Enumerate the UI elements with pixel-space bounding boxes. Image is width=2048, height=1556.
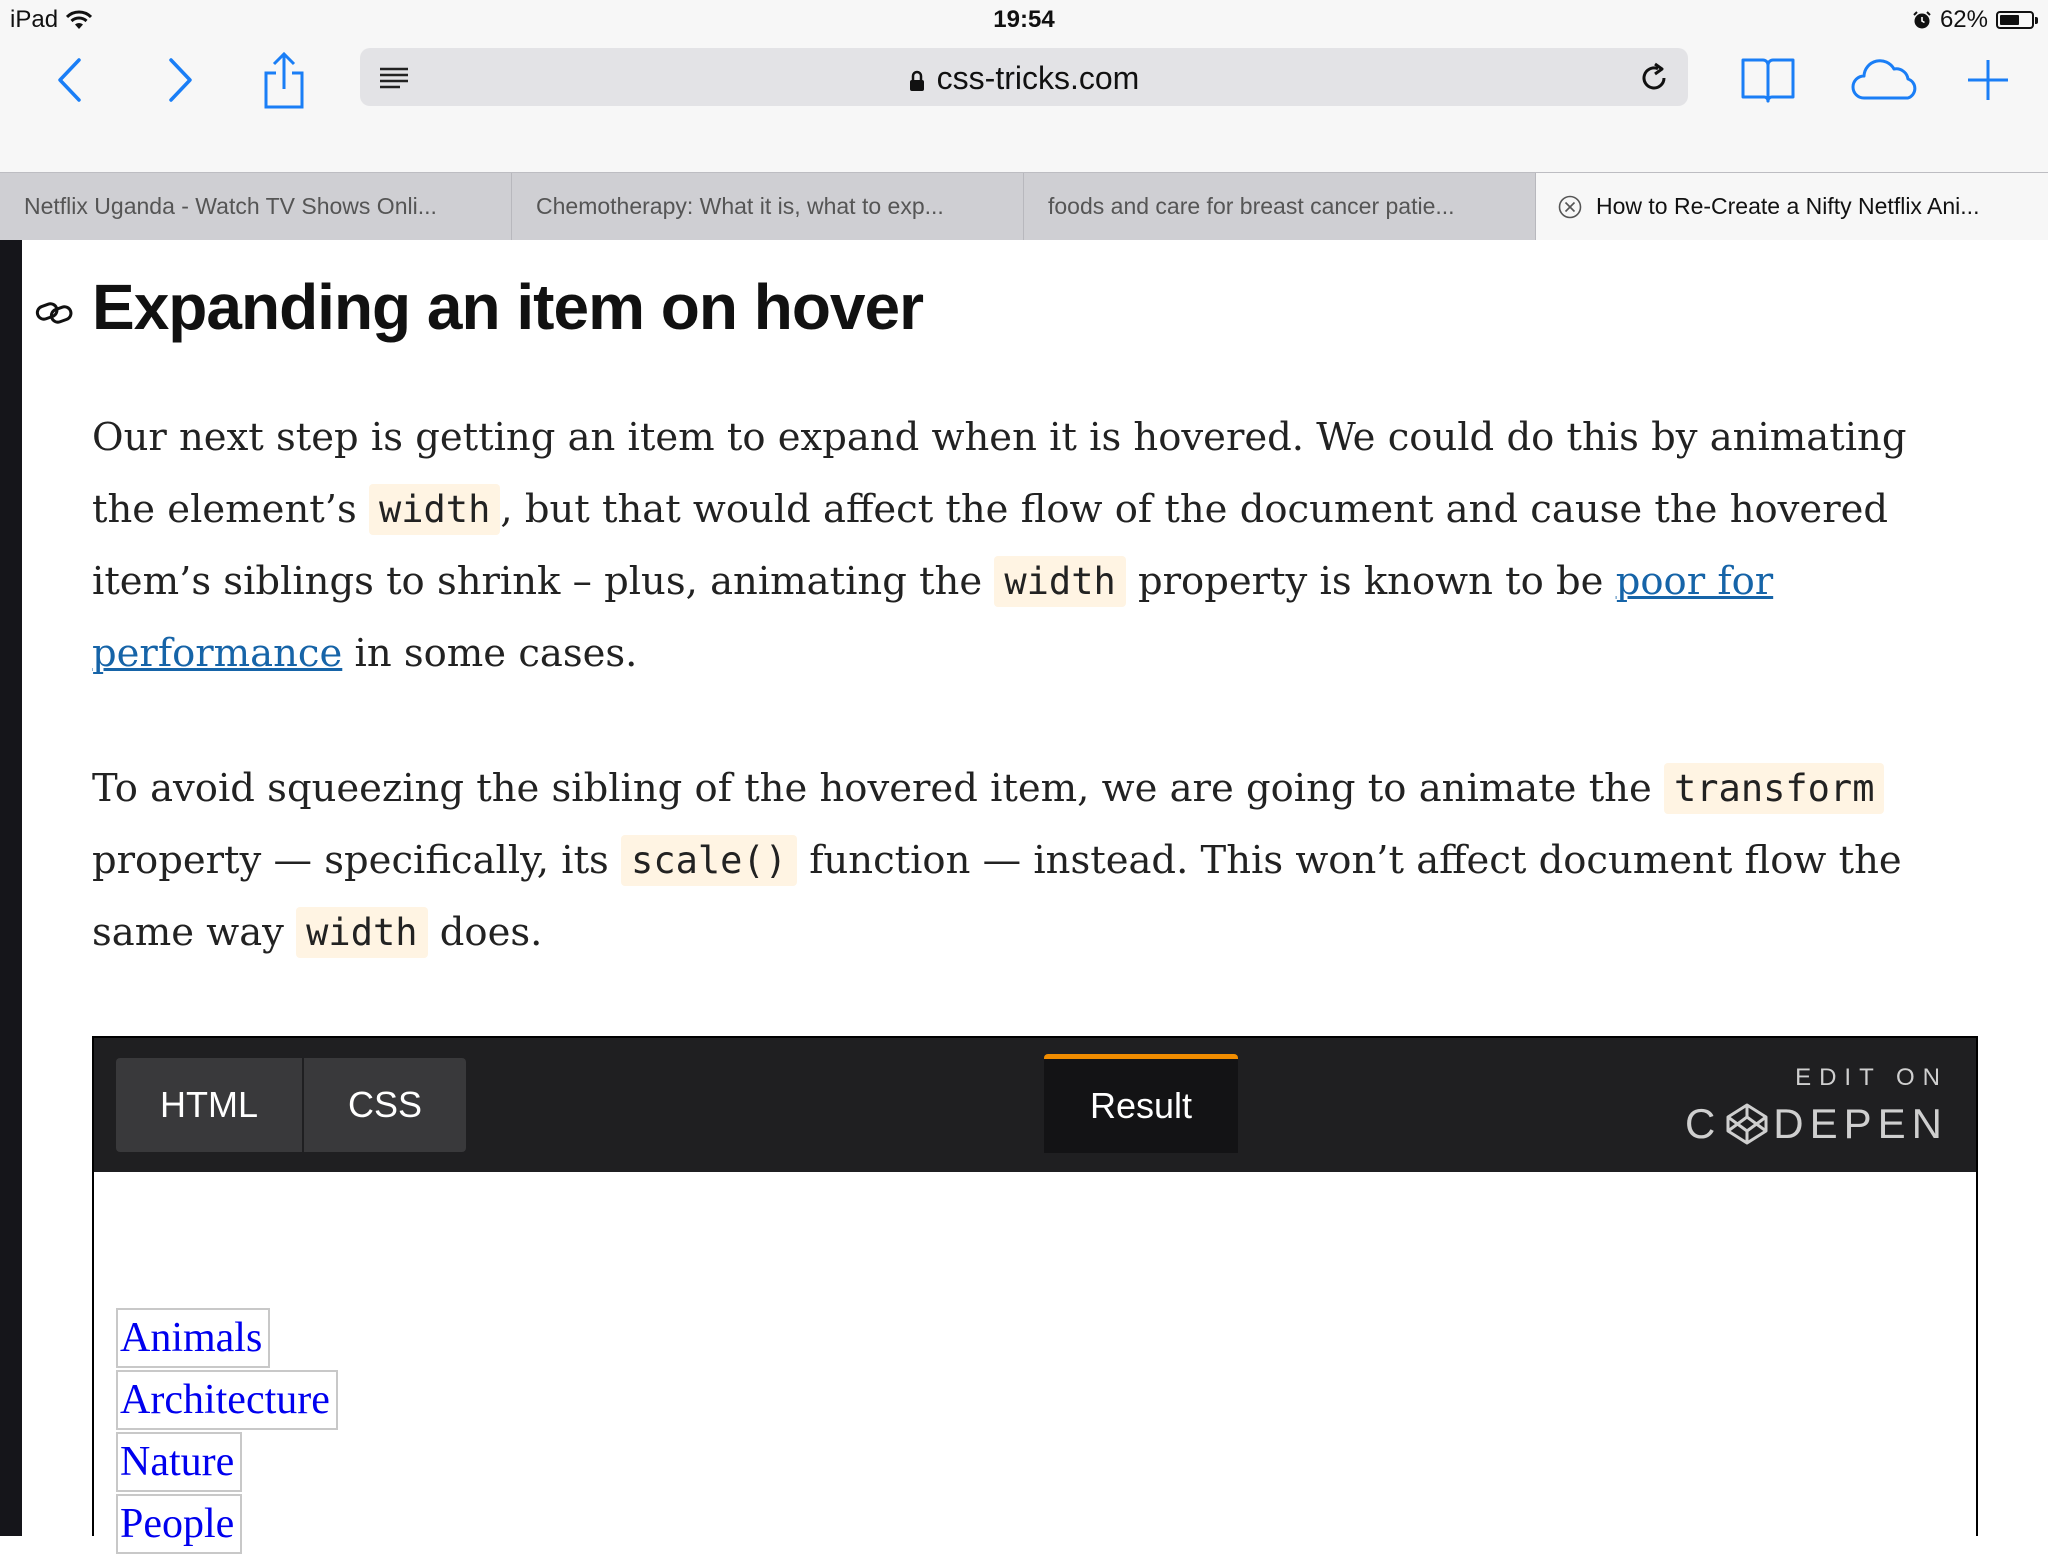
result-item-animals[interactable]: Animals xyxy=(116,1308,271,1368)
paragraph-1: Our next step is getting an item to expa… xyxy=(92,402,1952,690)
codepen-logo-c: C xyxy=(1684,1100,1722,1147)
bookmarks-button[interactable] xyxy=(1738,50,1798,110)
text: property is known to be xyxy=(1125,559,1616,604)
web-page: Expanding an item on hover Our next step… xyxy=(0,240,2048,1554)
codepen-header: HTML CSS Result EDIT ON C DEPEN xyxy=(94,1038,1976,1172)
section-heading: Expanding an item on hover xyxy=(92,271,924,343)
battery-percent: 62% xyxy=(1939,6,1988,33)
address-bar[interactable]: css-tricks.com xyxy=(360,48,1688,106)
url-text: css-tricks.com xyxy=(936,60,1140,96)
anchor-link-icon[interactable] xyxy=(34,292,74,332)
inline-code: width xyxy=(994,556,1126,607)
text: property — specifically, its xyxy=(92,838,622,883)
url-display[interactable]: css-tricks.com xyxy=(360,60,1688,97)
tab-result[interactable]: Result xyxy=(1044,1054,1238,1153)
text: does. xyxy=(427,910,543,955)
edit-on-label: EDIT ON xyxy=(1795,1064,1948,1091)
codepen-logo-text: DEPEN xyxy=(1773,1100,1948,1147)
result-item-architecture[interactable]: Architecture xyxy=(116,1370,338,1430)
cloud-tabs-icon xyxy=(1851,59,1917,100)
battery-icon xyxy=(1996,11,2038,29)
codepen-cube-icon xyxy=(1726,1103,1768,1145)
alarm-icon xyxy=(1913,11,1931,29)
inline-code: scale() xyxy=(621,835,797,886)
paragraph-2: To avoid squeezing the sibling of the ho… xyxy=(92,753,1952,969)
status-right: 62% xyxy=(1912,6,2038,34)
inline-code: width xyxy=(296,907,428,958)
close-tab-icon[interactable] xyxy=(1558,195,1582,219)
battery-fill xyxy=(2000,15,2019,25)
new-tab-button[interactable] xyxy=(1958,50,2018,110)
tab-html[interactable]: HTML xyxy=(116,1058,302,1152)
tab-strip: Netflix Uganda - Watch TV Shows Onli... … xyxy=(0,172,2048,240)
result-item-people[interactable]: People xyxy=(116,1494,243,1554)
tab-title: Netflix Uganda - Watch TV Shows Onli... xyxy=(24,193,437,219)
tab-title: Chemotherapy: What it is, what to exp... xyxy=(536,193,944,219)
new-tab-icon xyxy=(1968,60,2008,100)
codepen-embed: HTML CSS Result EDIT ON C DEPEN Animals … xyxy=(92,1036,1978,1554)
forward-button[interactable] xyxy=(150,50,210,110)
tab-netflix-animation[interactable]: How to Re-Create a Nifty Netflix Ani... xyxy=(1536,173,2048,240)
text: in some cases. xyxy=(342,631,638,676)
browser-toolbar: css-tricks.com xyxy=(0,40,2048,172)
cloud-tabs-button[interactable] xyxy=(1848,50,1924,110)
result-preview: Animals Architecture Nature People xyxy=(116,1308,338,1556)
status-bar: iPad 19:54 62% xyxy=(0,0,2048,40)
bookmarks-icon xyxy=(1741,58,1795,103)
share-icon xyxy=(264,51,304,109)
inline-code: transform xyxy=(1664,763,1885,814)
tab-title: How to Re-Create a Nifty Netflix Ani... xyxy=(1596,193,1980,219)
inline-code: width xyxy=(368,484,501,535)
edit-on-codepen-link[interactable]: EDIT ON C DEPEN xyxy=(1685,1064,1948,1148)
tab-chemotherapy[interactable]: Chemotherapy: What it is, what to exp... xyxy=(512,173,1024,240)
article: Expanding an item on hover Our next step… xyxy=(22,240,2048,1554)
reload-icon[interactable] xyxy=(1638,62,1670,94)
back-button[interactable] xyxy=(40,50,100,110)
tab-breast-cancer-foods[interactable]: foods and care for breast cancer patie..… xyxy=(1024,173,1536,240)
tab-css[interactable]: CSS xyxy=(304,1058,466,1152)
lock-icon xyxy=(909,70,924,91)
text: To avoid squeezing the sibling of the ho… xyxy=(92,766,1664,811)
forward-icon xyxy=(169,58,192,102)
share-button[interactable] xyxy=(254,50,314,110)
tab-title: foods and care for breast cancer patie..… xyxy=(1048,193,1455,219)
back-icon xyxy=(58,58,81,102)
tab-netflix-uganda[interactable]: Netflix Uganda - Watch TV Shows Onli... xyxy=(0,173,512,240)
clock: 19:54 xyxy=(993,6,1055,33)
codepen-logo: C DEPEN xyxy=(1685,1100,1948,1148)
result-item-nature[interactable]: Nature xyxy=(116,1432,243,1492)
